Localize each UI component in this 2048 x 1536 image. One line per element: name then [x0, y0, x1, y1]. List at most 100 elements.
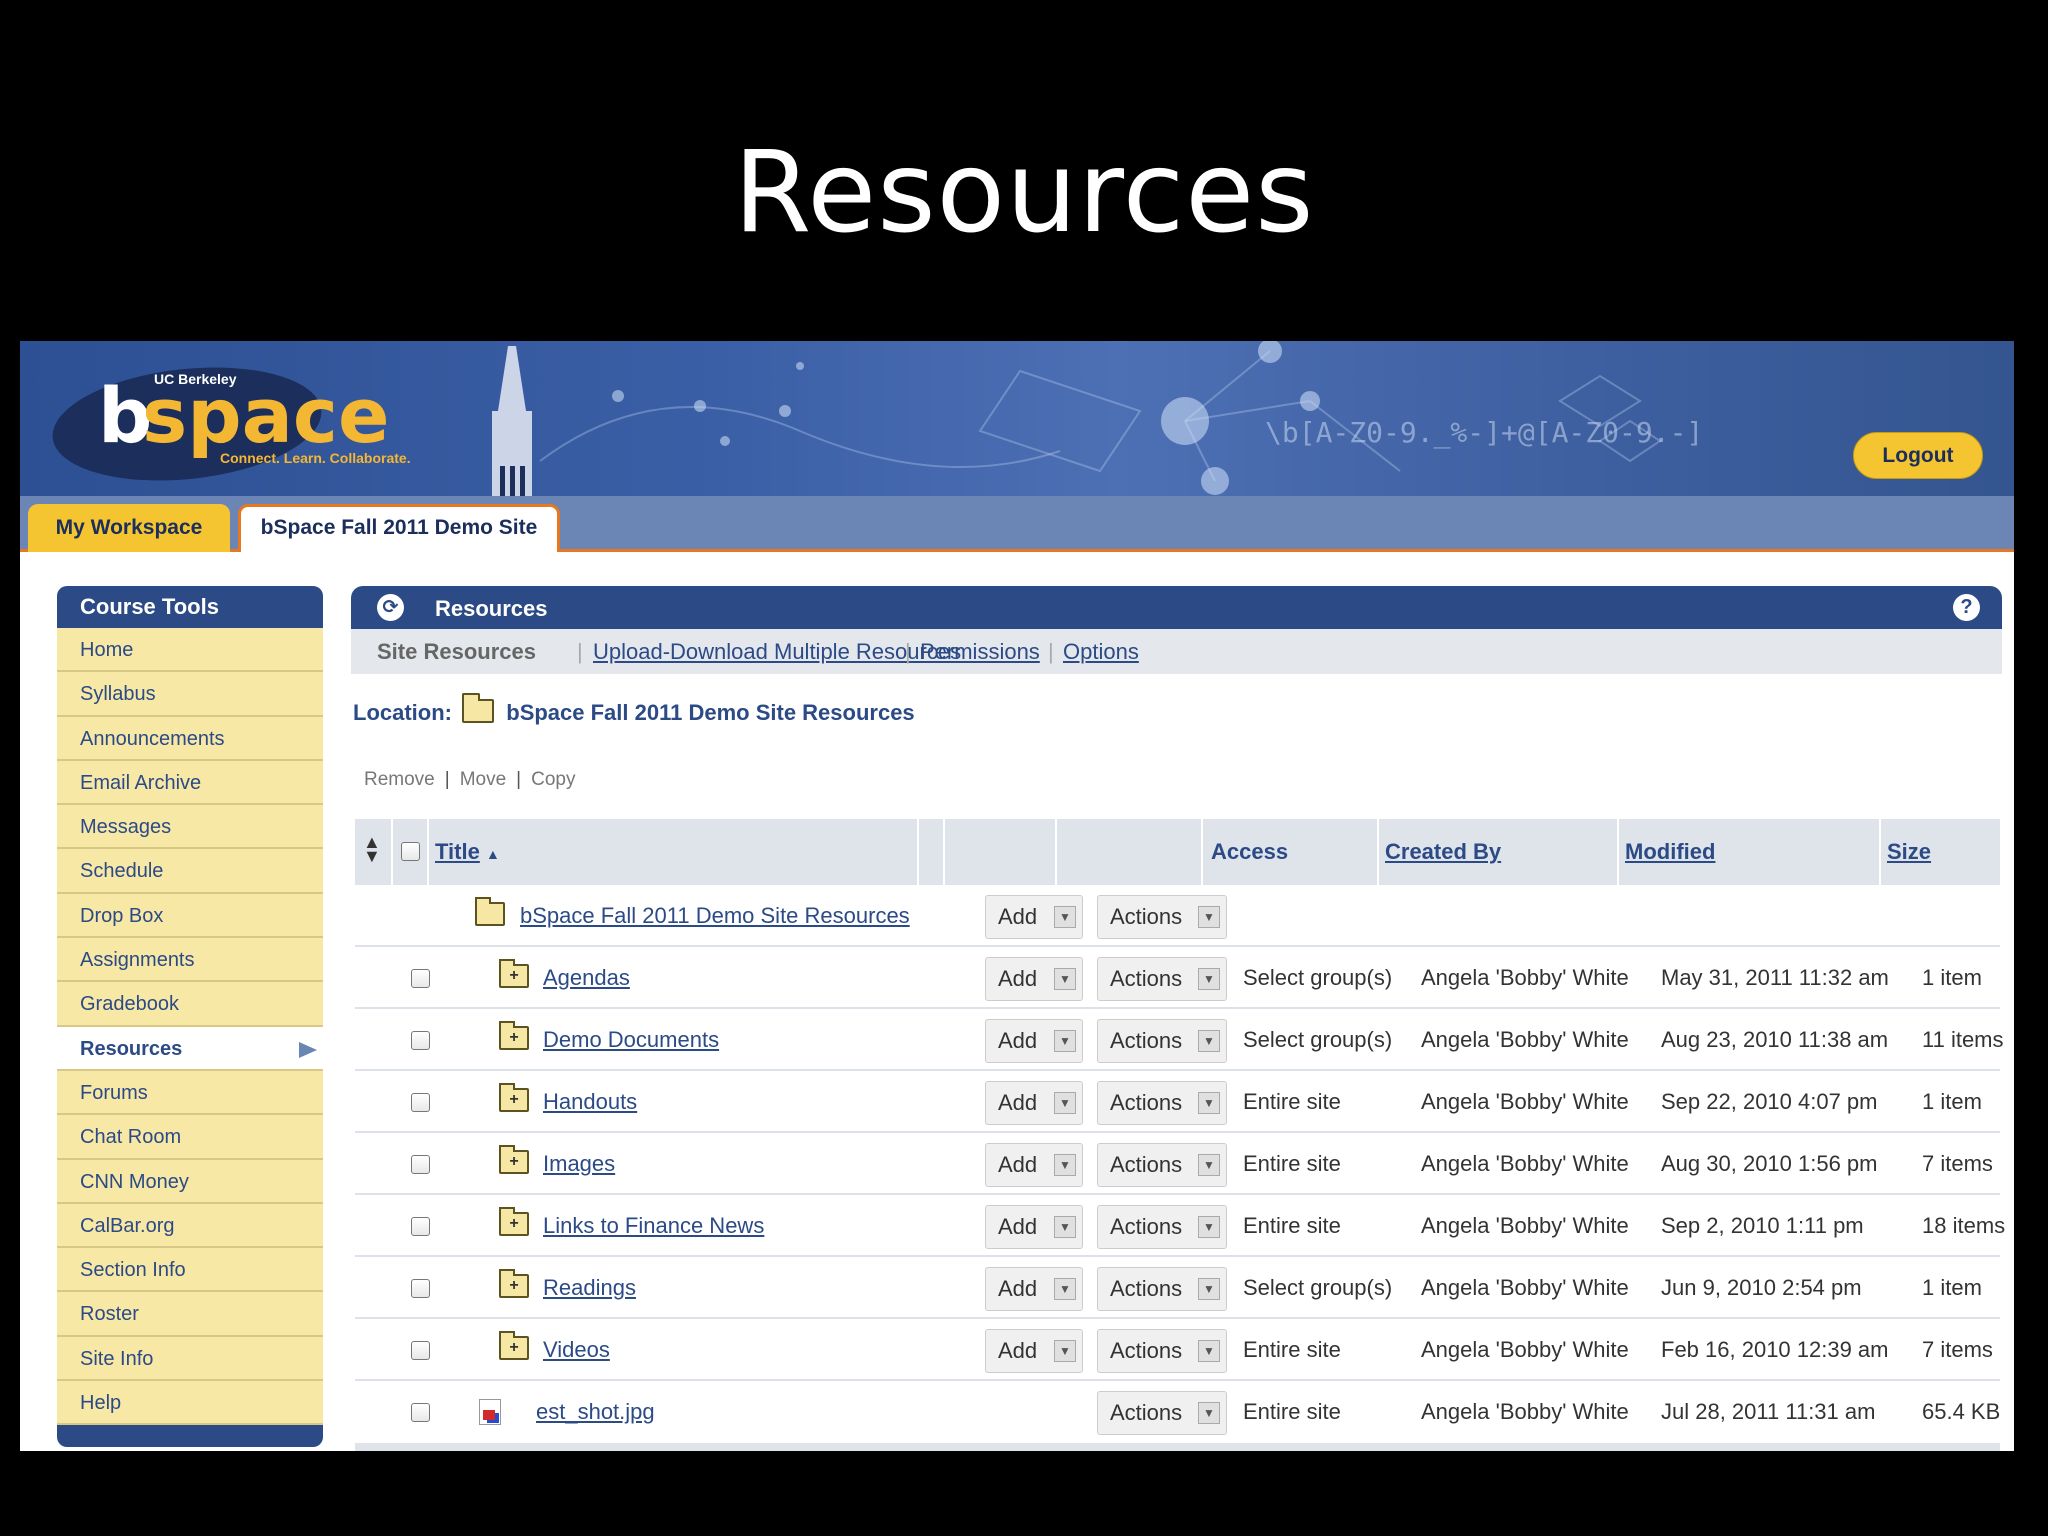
table-row: + Images Add ▼ Actions ▼ Entire site Angel…	[355, 1133, 2000, 1195]
folder-link[interactable]: Demo Documents	[543, 1009, 719, 1071]
folder-link[interactable]: Links to Finance News	[543, 1195, 764, 1257]
folder-link[interactable]: Videos	[543, 1319, 610, 1381]
expand-folder-icon[interactable]: +	[499, 1331, 529, 1360]
sidebar-item-email-archive[interactable]: Email Archive	[57, 760, 323, 806]
header-spacer	[919, 819, 945, 885]
sidebar-item-roster[interactable]: Roster	[57, 1292, 323, 1337]
sidebar-item-resources[interactable]: Resources	[57, 1026, 323, 1071]
menu-options[interactable]: Options	[1063, 629, 1139, 674]
row-checkbox[interactable]	[411, 1093, 430, 1112]
row-checkbox[interactable]	[411, 1217, 430, 1236]
column-modified-label[interactable]: Modified	[1625, 839, 1715, 864]
sidebar-item-forums[interactable]: Forums	[57, 1070, 323, 1116]
sidebar-item-home[interactable]: Home	[57, 628, 323, 673]
nav-footer	[57, 1425, 323, 1448]
dropdown-arrow-icon: ▼	[1198, 906, 1220, 928]
modified-cell: Jun 9, 2010 2:54 pm	[1661, 1275, 1862, 1300]
created-by-cell: Angela 'Bobby' White	[1421, 1027, 1629, 1052]
actions-button[interactable]: Actions ▼	[1097, 1329, 1227, 1373]
add-label: Add	[998, 1152, 1038, 1177]
bspace-window: \b[A-Z0-9._%-]+@[A-Z0-9.-] UC Berkeley b…	[20, 341, 2014, 1451]
modified-cell: Feb 16, 2010 12:39 am	[1661, 1337, 1889, 1362]
add-button[interactable]: Add ▼	[985, 1019, 1083, 1063]
sidebar-item-site-info[interactable]: Site Info	[57, 1336, 323, 1382]
root-folder-link[interactable]: bSpace Fall 2011 Demo Site Resources	[520, 885, 910, 947]
menu-permissions[interactable]: Permissions	[920, 629, 1040, 674]
reset-icon[interactable]: ⟳	[377, 594, 404, 621]
add-button[interactable]: Add ▼	[985, 1329, 1083, 1373]
column-created-by-label[interactable]: Created By	[1385, 839, 1501, 864]
sidebar-item-announcements[interactable]: Announcements	[57, 716, 323, 761]
column-title-label[interactable]: Title	[435, 839, 480, 864]
move-action[interactable]: Move	[460, 769, 506, 790]
expand-folder-icon[interactable]: +	[499, 1021, 529, 1050]
logout-button[interactable]: Logout	[1853, 432, 1983, 479]
select-all-checkbox[interactable]	[401, 842, 420, 861]
dropdown-arrow-icon: ▼	[1198, 1278, 1220, 1300]
column-size-label[interactable]: Size	[1887, 839, 1931, 864]
sidebar-item-chat-room[interactable]: Chat Room	[57, 1115, 323, 1160]
expand-collapse-sort[interactable]: ▲ ▼	[355, 819, 393, 885]
sidebar-item-assignments[interactable]: Assignments	[57, 938, 323, 983]
sidebar-item-calbar[interactable]: CalBar.org	[57, 1203, 323, 1249]
tab-demo-site[interactable]: bSpace Fall 2011 Demo Site	[238, 504, 560, 552]
sidebar-item-syllabus[interactable]: Syllabus	[57, 672, 323, 717]
actions-label: Actions	[1110, 904, 1183, 929]
actions-button[interactable]: Actions ▼	[1097, 957, 1227, 1001]
add-button[interactable]: Add ▼	[985, 1081, 1083, 1125]
folder-link[interactable]: Agendas	[543, 947, 630, 1009]
expand-folder-icon[interactable]: +	[499, 1207, 529, 1236]
row-checkbox[interactable]	[411, 1341, 430, 1360]
column-title[interactable]: Title ▲	[429, 819, 919, 885]
actions-button[interactable]: Actions ▼	[1097, 1267, 1227, 1311]
add-button[interactable]: Add ▼	[985, 1205, 1083, 1249]
tab-my-workspace[interactable]: My Workspace	[28, 504, 230, 552]
expand-folder-icon[interactable]: +	[499, 1083, 529, 1112]
folder-link[interactable]: Handouts	[543, 1071, 637, 1133]
expand-folder-icon[interactable]: +	[499, 1145, 529, 1174]
tool-menu: Site Resources | Upload-Download Multipl…	[351, 629, 2002, 674]
sidebar-item-messages[interactable]: Messages	[57, 805, 323, 850]
folder-link[interactable]: Readings	[543, 1257, 636, 1319]
image-file-icon	[479, 1399, 501, 1425]
copy-action[interactable]: Copy	[531, 769, 575, 790]
actions-button[interactable]: Actions ▼	[1097, 895, 1227, 939]
column-size[interactable]: Size	[1881, 819, 2000, 885]
sidebar-item-cnn-money[interactable]: CNN Money	[57, 1159, 323, 1204]
remove-action[interactable]: Remove	[364, 769, 435, 790]
folder-link[interactable]: Images	[543, 1133, 615, 1195]
expand-folder-icon[interactable]: +	[499, 1269, 529, 1298]
dropdown-arrow-icon: ▼	[1054, 1092, 1076, 1114]
actions-button[interactable]: Actions ▼	[1097, 1081, 1227, 1125]
actions-button[interactable]: Actions ▼	[1097, 1143, 1227, 1187]
sidebar-item-section-info[interactable]: Section Info	[57, 1248, 323, 1293]
dropdown-arrow-icon: ▼	[1198, 968, 1220, 990]
row-checkbox[interactable]	[411, 1279, 430, 1298]
row-checkbox[interactable]	[411, 1403, 430, 1422]
sidebar-item-schedule[interactable]: Schedule	[57, 849, 323, 894]
column-modified[interactable]: Modified	[1619, 819, 1881, 885]
sidebar-item-gradebook[interactable]: Gradebook	[57, 982, 323, 1027]
actions-button[interactable]: Actions ▼	[1097, 1391, 1227, 1435]
dropdown-arrow-icon: ▼	[1054, 968, 1076, 990]
column-created-by[interactable]: Created By	[1379, 819, 1619, 885]
sidebar-item-drop-box[interactable]: Drop Box	[57, 893, 323, 939]
actions-button[interactable]: Actions ▼	[1097, 1205, 1227, 1249]
actions-button[interactable]: Actions ▼	[1097, 1019, 1227, 1063]
row-checkbox[interactable]	[411, 1155, 430, 1174]
header-actions-col	[1057, 819, 1203, 885]
dropdown-arrow-icon: ▼	[1054, 1154, 1076, 1176]
logo-space-text: space	[142, 371, 390, 460]
add-button[interactable]: Add ▼	[985, 1267, 1083, 1311]
file-link[interactable]: est_shot.jpg	[536, 1381, 655, 1443]
menu-site-resources: Site Resources	[377, 639, 536, 664]
add-button[interactable]: Add ▼	[985, 895, 1083, 939]
sidebar-item-help[interactable]: Help	[57, 1381, 323, 1426]
add-button[interactable]: Add ▼	[985, 1143, 1083, 1187]
help-icon[interactable]: ?	[1953, 594, 1980, 621]
row-checkbox[interactable]	[411, 969, 430, 988]
expand-folder-icon[interactable]: +	[499, 959, 529, 988]
add-button[interactable]: Add ▼	[985, 957, 1083, 1001]
menu-separator: |	[1048, 639, 1054, 664]
row-checkbox[interactable]	[411, 1031, 430, 1050]
